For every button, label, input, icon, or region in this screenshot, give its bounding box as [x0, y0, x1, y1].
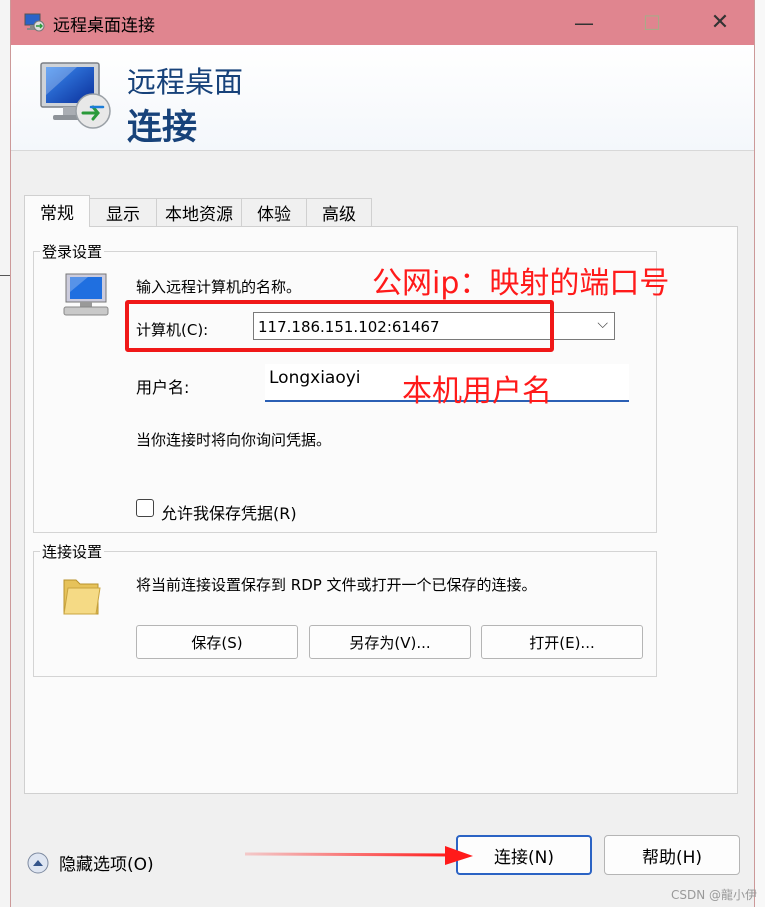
save-credentials-label[interactable]: 允许我保存凭据(R)	[161, 500, 297, 524]
save-credentials-checkbox[interactable]	[136, 499, 154, 517]
tab-local-resources[interactable]: 本地资源	[156, 198, 242, 226]
annotation-user-note: 本机用户名	[402, 374, 552, 409]
connection-description: 将当前连接设置保存到 RDP 文件或打开一个已保存的连接。	[136, 576, 537, 594]
chevron-down-icon[interactable]: ⌵	[597, 316, 608, 332]
hide-options-toggle[interactable]: 隐藏选项(O)	[27, 850, 154, 875]
help-button[interactable]: 帮助(H)	[604, 835, 740, 875]
remote-desktop-monitor-icon	[40, 62, 111, 129]
remote-desktop-icon	[24, 13, 45, 32]
connect-button[interactable]: 连接(N)	[456, 835, 592, 875]
annotation-arrow	[245, 846, 473, 865]
annotation-highlight-box	[125, 300, 554, 352]
tab-experience[interactable]: 体验	[241, 198, 307, 226]
background-right	[755, 0, 765, 907]
hide-options-label[interactable]: 隐藏选项(O)	[59, 850, 154, 875]
banner-title-line1: 远程桌面	[127, 65, 244, 99]
watermark: CSDN @龍小伊	[670, 888, 757, 902]
folder-icon	[63, 579, 101, 615]
credentials-note: 当你连接时将向你询问凭据。	[136, 431, 332, 449]
rdp-dialog: 远程桌面连接 — ☐ ✕ 远程桌面 连接 常规 显示 本地资源 体验 高级 登录…	[10, 0, 755, 907]
close-button[interactable]: ✕	[686, 0, 754, 45]
connection-settings-group: 连接设置 将当前连接设置保存到 RDP 文件或打开一个已保存的连接。 保存(S)…	[33, 541, 657, 677]
title-bar: 远程桌面连接 — ☐ ✕	[11, 0, 754, 45]
username-value: Longxiaoyi	[269, 368, 361, 388]
annotation-ip-note: 公网ip：映射的端口号	[372, 266, 670, 301]
maximize-button[interactable]: ☐	[618, 0, 686, 45]
open-button[interactable]: 打开(E)...	[481, 625, 643, 659]
header-banner: 远程桌面 连接	[11, 45, 754, 151]
login-prompt: 输入远程计算机的名称。	[136, 278, 302, 296]
save-as-button[interactable]: 另存为(V)...	[309, 625, 471, 659]
tab-display[interactable]: 显示	[89, 198, 157, 226]
minimize-button[interactable]: —	[550, 0, 618, 45]
tab-general[interactable]: 常规	[24, 195, 90, 227]
save-button[interactable]: 保存(S)	[136, 625, 298, 659]
connection-settings-title: 连接设置	[40, 541, 105, 562]
banner-title-line2: 连接	[127, 108, 198, 148]
tab-advanced[interactable]: 高级	[306, 198, 372, 226]
computer-icon	[63, 273, 109, 316]
chevron-up-icon[interactable]	[27, 852, 49, 874]
login-settings-title: 登录设置	[40, 241, 105, 262]
window-title: 远程桌面连接	[53, 16, 155, 36]
username-label: 用户名:	[136, 378, 190, 397]
